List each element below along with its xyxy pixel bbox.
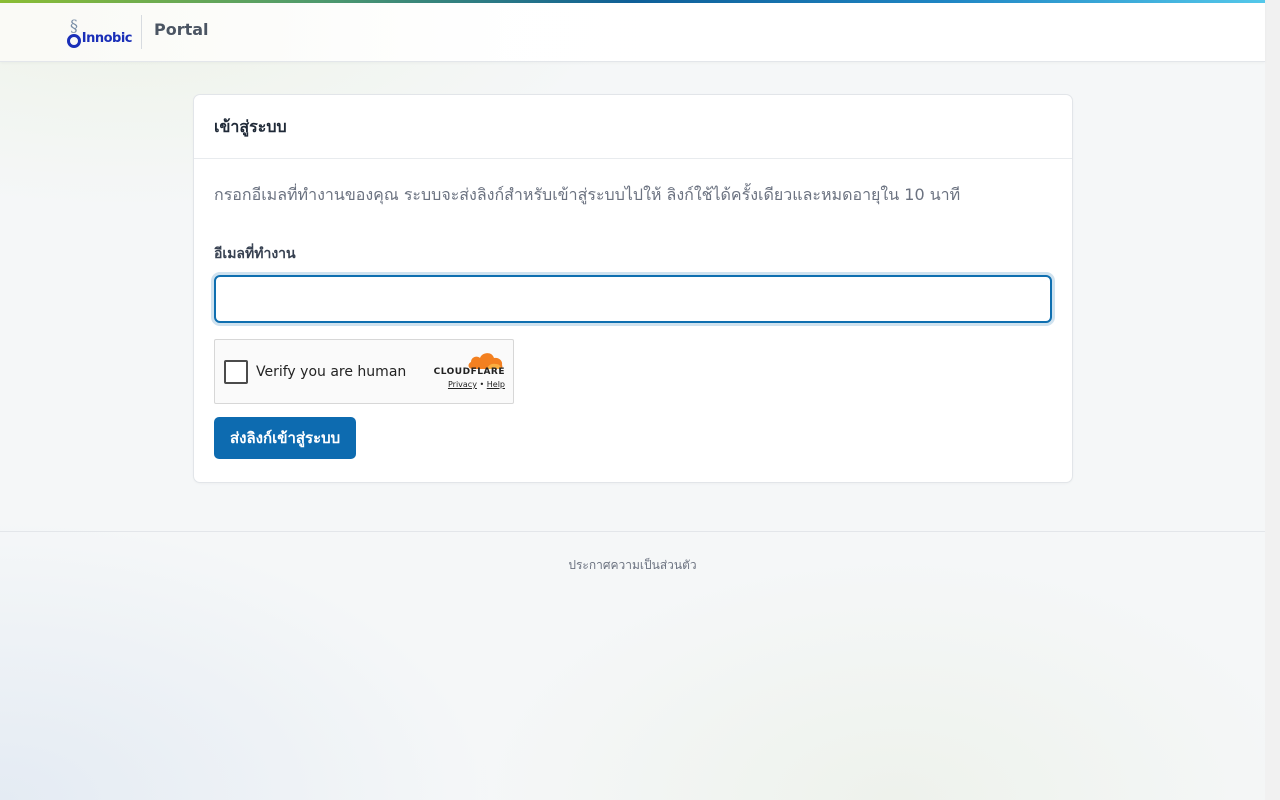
login-card-header: เข้าสู่ระบบ (194, 95, 1072, 159)
logo-text: Innobic (81, 31, 133, 46)
verify-checkbox[interactable] (224, 360, 248, 384)
captcha-privacy-link[interactable]: Privacy (448, 380, 477, 389)
header-divider (141, 15, 142, 49)
logo-mark-icon: § (66, 18, 86, 48)
top-navbar: § Innobic Portal (0, 0, 1265, 62)
login-title: เข้าสู่ระบบ (214, 117, 287, 136)
cloudflare-links: Privacy • Help (448, 380, 505, 389)
cloudflare-wordmark: CLOUDFLARE (433, 367, 505, 377)
email-label: อีเมลที่ทำงาน (214, 246, 296, 262)
captcha-link-separator: • (479, 380, 485, 389)
brand-accent-bar (0, 0, 1265, 3)
send-login-link-button[interactable]: ส่งลิงก์เข้าสู่ระบบ (214, 417, 357, 459)
privacy-notice-link[interactable]: ประกาศความเป็นส่วนตัว (568, 556, 696, 575)
innobic-logo[interactable]: § Innobic (66, 16, 133, 48)
page-scrollbar[interactable] (1265, 0, 1280, 800)
verify-label: Verify you are human (256, 364, 407, 380)
cloudflare-branding: CLOUDFLARE Privacy • Help (429, 350, 505, 394)
email-input[interactable] (214, 275, 1052, 323)
page-footer: ประกาศความเป็นส่วนตัว (0, 531, 1265, 591)
captcha-help-link[interactable]: Help (487, 380, 505, 389)
login-instructions: กรอกอีเมลที่ทำงานของคุณ ระบบจะส่งลิงก์สำ… (214, 185, 961, 204)
cloudflare-turnstile-widget: Verify you are human CLOUDFLARE Privacy … (214, 339, 514, 404)
login-card: เข้าสู่ระบบ กรอกอีเมลที่ทำงานของคุณ ระบบ… (193, 94, 1073, 483)
portal-title: Portal (154, 20, 209, 39)
login-card-body: กรอกอีเมลที่ทำงานของคุณ ระบบจะส่งลิงก์สำ… (194, 159, 1072, 459)
